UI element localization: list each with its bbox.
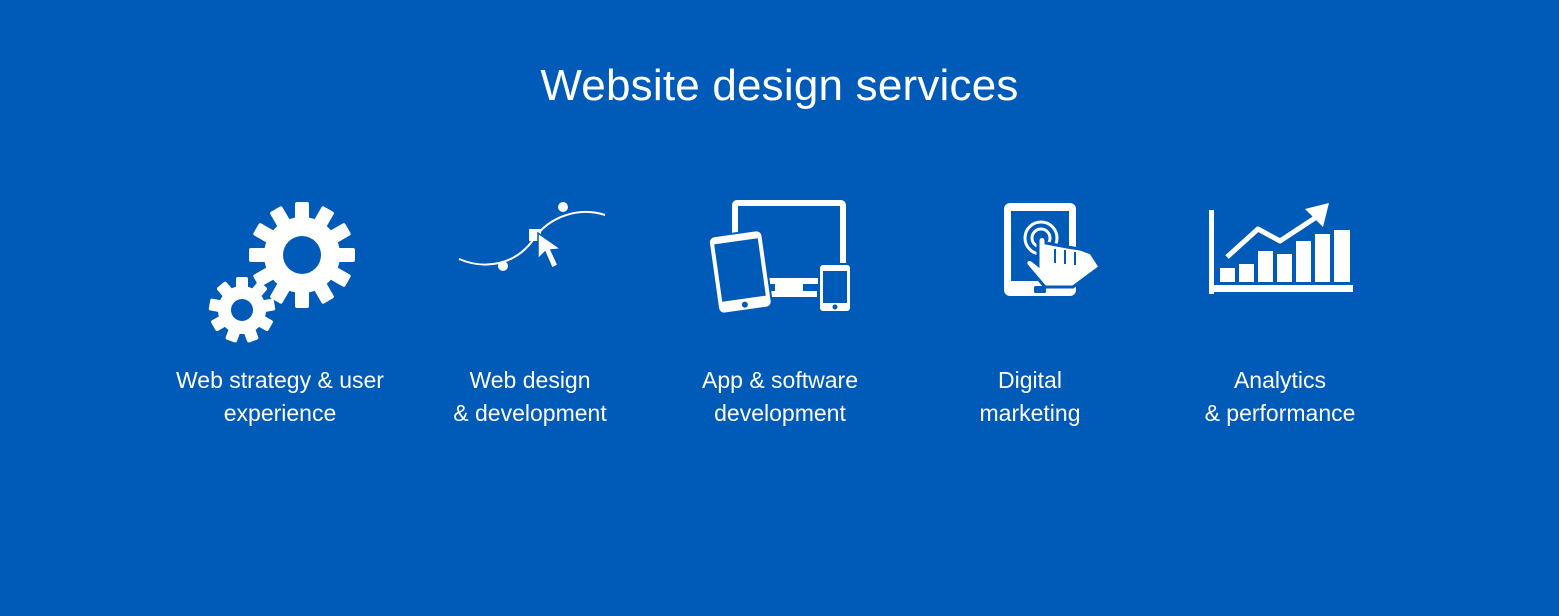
cursor-curve-icon (405, 195, 655, 350)
service-label: Digital marketing (979, 367, 1081, 426)
service-digital-marketing[interactable]: Digital marketing (905, 195, 1155, 430)
service-analytics[interactable]: Analytics & performance (1155, 195, 1405, 430)
bar-chart-trend-icon (1155, 195, 1405, 350)
service-app-software[interactable]: App & software development (655, 195, 905, 430)
devices-icon (655, 195, 905, 350)
tablet-touch-icon (905, 195, 1155, 350)
service-label: Web design & development (453, 367, 607, 426)
service-web-design[interactable]: Web design & development (405, 195, 655, 430)
service-label: Web strategy & user experience (176, 367, 384, 426)
service-label: App & software development (702, 367, 858, 426)
services-section: Website design services Web strategy & u… (0, 0, 1559, 616)
section-heading: Website design services (540, 61, 1019, 110)
service-label: Analytics & performance (1204, 367, 1356, 426)
service-web-strategy[interactable]: Web strategy & user experience (155, 195, 405, 430)
gears-icon (155, 195, 405, 350)
